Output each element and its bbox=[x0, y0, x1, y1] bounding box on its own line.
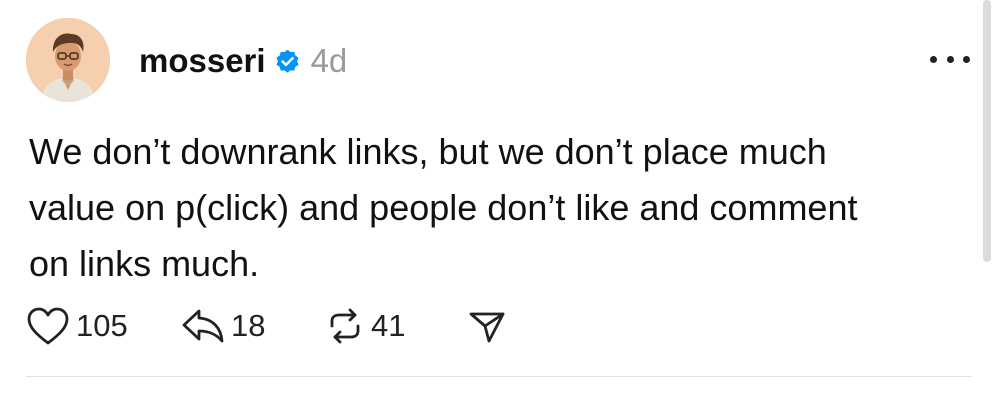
avatar-illustration bbox=[26, 18, 110, 102]
repost-button[interactable]: 41 bbox=[325, 302, 467, 350]
timestamp: 4d bbox=[310, 42, 348, 79]
reply-count: 18 bbox=[231, 308, 266, 343]
post-body: We don’t downrank links, but we don’t pl… bbox=[29, 124, 949, 292]
reply-button[interactable]: 18 bbox=[181, 302, 325, 350]
post-body-line: We don’t downrank links, but we don’t pl… bbox=[29, 131, 827, 172]
repost-count: 41 bbox=[371, 308, 406, 343]
verified-badge-icon bbox=[274, 48, 301, 75]
post-header: mosseri 4d bbox=[139, 38, 347, 84]
divider bbox=[26, 376, 972, 377]
username[interactable]: mosseri bbox=[139, 42, 266, 80]
post-actions: 105 18 41 bbox=[26, 302, 507, 350]
repost-icon bbox=[330, 308, 360, 344]
reply-icon bbox=[182, 309, 224, 343]
share-button[interactable] bbox=[467, 302, 507, 350]
heart-icon bbox=[27, 307, 69, 345]
avatar[interactable] bbox=[26, 18, 110, 102]
send-icon bbox=[469, 312, 505, 343]
more-options-icon[interactable] bbox=[930, 48, 970, 70]
like-button[interactable]: 105 bbox=[26, 302, 181, 350]
post-body-line: value on p(click) and people don’t like … bbox=[29, 187, 858, 228]
thread-post: mosseri 4d We don’t downrank links, but … bbox=[0, 0, 1000, 401]
like-count: 105 bbox=[76, 308, 128, 343]
post-body-line: on links much. bbox=[29, 243, 260, 284]
scrollbar[interactable] bbox=[983, 0, 991, 262]
